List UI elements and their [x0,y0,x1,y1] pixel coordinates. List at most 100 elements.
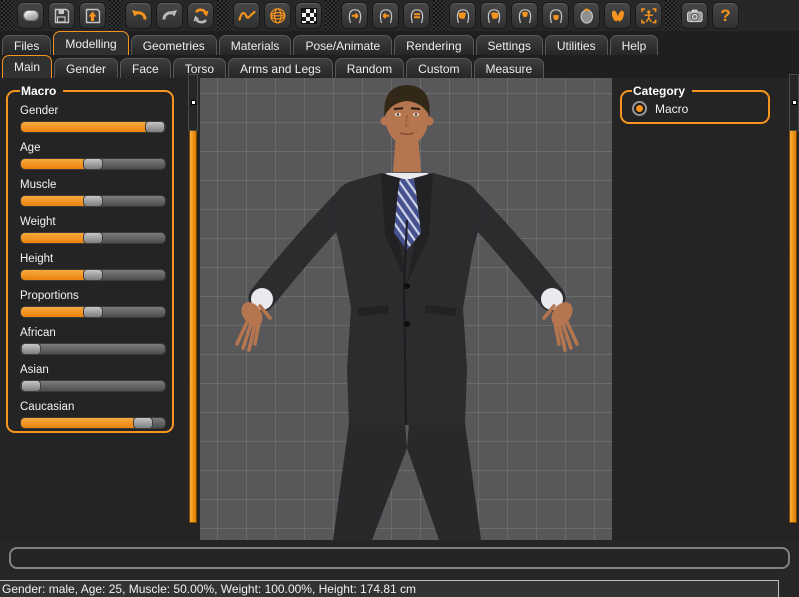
tab-label: Measure [486,62,533,76]
slider-age-track[interactable] [20,158,166,170]
body-view-button[interactable] [635,2,662,29]
slider-african-handle[interactable] [21,343,41,355]
slider-weight-track[interactable] [20,232,166,244]
left-splitter-bottom-handle[interactable] [188,74,198,131]
human-model[interactable] [200,78,612,540]
rotate-left-button[interactable] [372,2,399,29]
slider-weight[interactable]: Weight [20,215,166,244]
radio-selected-icon[interactable] [632,101,647,116]
tab-settings[interactable]: Settings [476,35,543,55]
tab-label: Rendering [406,39,461,53]
bottom-view-button[interactable] [604,2,631,29]
turn-right-view-button[interactable] [480,2,507,29]
tab-files[interactable]: Files [2,35,51,55]
turn-left-view-button[interactable] [449,2,476,29]
slider-caucasian-track[interactable] [20,417,166,429]
tab-main[interactable]: Main [2,55,52,78]
toolbar-separator [433,0,446,31]
tilt-down-view-button[interactable] [542,2,569,29]
slider-height-handle[interactable] [83,269,103,281]
new-button[interactable] [17,2,44,29]
tab-help[interactable]: Help [610,35,659,55]
tab-label: Arms and Legs [240,62,321,76]
slider-muscle-handle[interactable] [83,195,103,207]
smooth-button[interactable] [233,2,260,29]
redo-button[interactable] [156,2,183,29]
help-button[interactable]: ? [712,2,739,29]
tilt-up-view-button[interactable] [511,2,538,29]
tilt-up-view-icon [515,6,535,26]
tab-face[interactable]: Face [120,58,171,78]
turn-right-view-icon [484,6,504,26]
tab-label: Settings [488,39,531,53]
category-option-macro[interactable]: Macro [632,101,768,116]
wireframe-button[interactable] [264,2,291,29]
top-view-button[interactable] [573,2,600,29]
tab-label: Main [14,60,40,74]
tab-gender[interactable]: Gender [54,58,118,78]
undo-icon [129,6,149,26]
slider-proportions-track[interactable] [20,306,166,318]
subdivision-button[interactable] [295,2,322,29]
status-text: Gender: male, Age: 25, Muscle: 50.00%, W… [2,582,416,596]
3d-viewport[interactable] [200,78,612,540]
left-panel-splitter[interactable] [187,78,200,540]
load-button[interactable] [79,2,106,29]
macro-group-title: Macro [20,84,63,98]
tab-pose-animate[interactable]: Pose/Animate [293,35,392,55]
slider-african[interactable]: African [20,326,166,355]
slider-proportions[interactable]: Proportions [20,289,166,318]
bottom-area: Gender: male, Age: 25, Muscle: 50.00%, W… [0,540,799,597]
tab-utilities[interactable]: Utilities [545,35,608,55]
rotate-right-button[interactable] [341,2,368,29]
reset-button[interactable] [187,2,214,29]
slider-muscle-track[interactable] [20,195,166,207]
tab-arms-and-legs[interactable]: Arms and Legs [228,58,333,78]
slider-proportions-handle[interactable] [83,306,103,318]
slider-age[interactable]: Age [20,141,166,170]
model-jacket-button [404,283,410,289]
slider-gender-label: Gender [20,104,166,118]
slider-gender[interactable]: Gender [20,104,166,133]
slider-asian-track[interactable] [20,380,166,392]
tab-modelling[interactable]: Modelling [53,31,128,55]
undo-button[interactable] [125,2,152,29]
front-view-button[interactable] [403,2,430,29]
tab-geometries[interactable]: Geometries [131,35,217,55]
slider-african-label: African [20,326,166,340]
radio-label: Macro [655,102,688,116]
slider-weight-handle[interactable] [83,232,103,244]
model-head [381,85,434,145]
tab-custom[interactable]: Custom [406,58,471,78]
tab-random[interactable]: Random [335,58,404,78]
tab-materials[interactable]: Materials [219,35,292,55]
right-panel-splitter[interactable] [788,78,799,540]
slider-caucasian[interactable]: Caucasian [20,400,166,429]
right-splitter-bottom-handle[interactable] [789,74,799,131]
slider-age-handle[interactable] [83,158,103,170]
slider-weight-label: Weight [20,215,166,229]
tab-label: Geometries [143,39,205,53]
slider-gender-track[interactable] [20,121,166,133]
grab-screen-button[interactable] [681,2,708,29]
tab-torso[interactable]: Torso [173,58,226,78]
category-group-title: Category [632,84,692,98]
slider-gender-handle[interactable] [145,121,165,133]
slider-height[interactable]: Height [20,252,166,281]
tab-label: Face [132,62,159,76]
left-splitter-bar[interactable] [189,95,197,523]
slider-fill [21,418,143,428]
tab-rendering[interactable]: Rendering [394,35,473,55]
right-splitter-bar[interactable] [789,95,797,523]
content-area: Macro Gender Age Muscle Weight [0,78,799,540]
slider-muscle[interactable]: Muscle [20,178,166,207]
help-icon: ? [720,7,730,24]
slider-african-track[interactable] [20,343,166,355]
tab-label: Utilities [557,39,596,53]
slider-asian[interactable]: Asian [20,363,166,392]
slider-asian-handle[interactable] [21,380,41,392]
slider-caucasian-handle[interactable] [133,417,153,429]
slider-height-track[interactable] [20,269,166,281]
tab-measure[interactable]: Measure [474,58,545,78]
save-button[interactable] [48,2,75,29]
